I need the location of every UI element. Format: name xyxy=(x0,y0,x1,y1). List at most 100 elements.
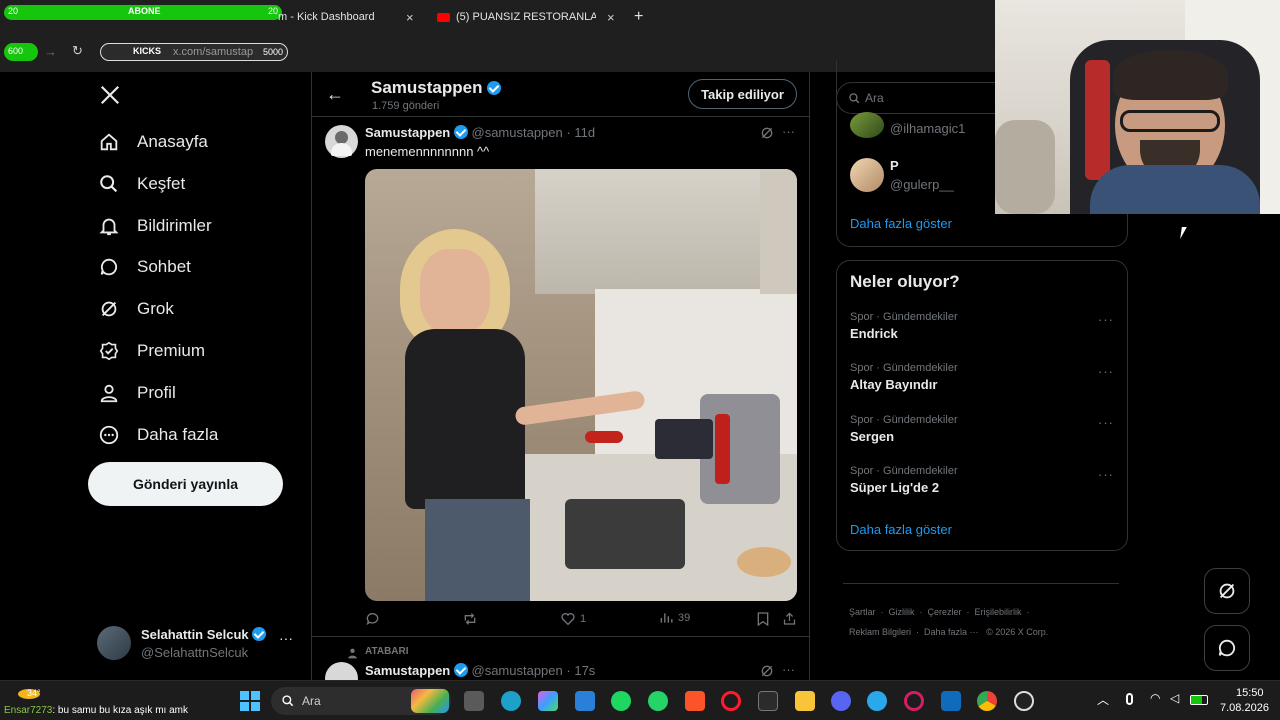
grok-float-button[interactable] xyxy=(1204,568,1250,614)
new-tab-button[interactable]: + xyxy=(634,6,643,28)
volume-icon[interactable]: ◁ xyxy=(1170,691,1179,705)
account-switcher[interactable]: Selahattin Selcuk @SelahattnSelcuk ··· xyxy=(97,624,297,664)
verified-badge-icon xyxy=(453,663,468,677)
footer-link[interactable]: Daha fazla ··· xyxy=(924,627,979,637)
outlook-icon[interactable] xyxy=(941,691,961,711)
nav-notifications[interactable]: Bildirimler xyxy=(98,211,212,241)
show-more-link[interactable]: Daha fazla göster xyxy=(850,216,952,231)
back-icon[interactable]: → xyxy=(44,44,57,59)
app-icon[interactable] xyxy=(758,691,778,711)
nav-explore[interactable]: Keşfet xyxy=(98,169,185,199)
windows-start-icon[interactable] xyxy=(240,691,260,711)
kicks-progress-bar: 600 xyxy=(4,43,38,61)
close-icon[interactable]: × xyxy=(406,10,414,25)
more-horizontal-icon[interactable]: ··· xyxy=(279,630,293,646)
nav-more[interactable]: Daha fazla xyxy=(98,420,218,450)
follow-suggestion[interactable]: P @ilhamagic1 xyxy=(850,112,1000,142)
bookmark-button[interactable] xyxy=(756,611,770,632)
trend-more-icon[interactable]: ··· xyxy=(1098,415,1114,430)
reply-button[interactable] xyxy=(365,611,381,632)
post-text: menemennnnnnnn ^^ xyxy=(365,144,490,159)
author-handle[interactable]: @samustappen xyxy=(472,125,563,140)
home-icon xyxy=(98,131,120,153)
nav-grok[interactable]: Grok xyxy=(98,294,174,324)
battery-icon[interactable] xyxy=(1190,695,1208,705)
microphone-icon[interactable] xyxy=(1126,693,1133,705)
nav-label: Sohbet xyxy=(137,257,191,276)
edge-icon[interactable] xyxy=(501,691,521,711)
clock-time[interactable]: 15:50 xyxy=(1236,687,1264,699)
post-image[interactable] xyxy=(365,169,797,601)
follow-suggestion[interactable]: P @gulerp__ xyxy=(850,158,1000,194)
post-button[interactable]: Gönderi yayınla xyxy=(88,462,283,506)
chrome-icon[interactable] xyxy=(977,691,997,711)
trends-title: Neler oluyor? xyxy=(850,272,960,291)
vpn-icon[interactable] xyxy=(575,691,595,711)
nav-chat[interactable]: Sohbet xyxy=(98,252,191,282)
nav-profile[interactable]: Profil xyxy=(98,378,176,408)
folder-icon[interactable] xyxy=(795,691,815,711)
opera-icon[interactable] xyxy=(721,691,741,711)
trend-more-icon[interactable]: ··· xyxy=(1098,312,1114,327)
grok-icon xyxy=(98,298,120,320)
nav-label: Premium xyxy=(137,341,206,360)
chat-icon xyxy=(98,256,120,278)
repost-button[interactable] xyxy=(462,611,478,632)
footer-link[interactable]: Şartlar xyxy=(849,607,876,617)
share-button[interactable] xyxy=(782,611,797,632)
footer-link[interactable]: Çerezler xyxy=(928,607,962,617)
clock-date[interactable]: 7.08.2026 xyxy=(1220,702,1269,714)
chat-float-button[interactable] xyxy=(1204,625,1250,671)
trend-item[interactable]: Spor · Gündemdekiler Süper Lig'de 2 xyxy=(850,465,1110,495)
nav-premium[interactable]: Premium xyxy=(98,336,205,366)
views-button[interactable]: 39 xyxy=(659,611,690,625)
account-name: Selahattin Selcuk xyxy=(141,627,249,642)
post-more-icon[interactable]: ··· xyxy=(782,662,795,677)
trend-item[interactable]: Spor · Gündemdekiler Endrick xyxy=(850,311,1110,341)
tab-title: (5) PUANSIZ RESTORANLARI EN xyxy=(456,11,596,23)
back-arrow-icon[interactable]: ← xyxy=(326,84,344,105)
post-more-icon[interactable]: ··· xyxy=(782,124,795,139)
author-name[interactable]: Samustappen xyxy=(365,125,450,140)
whatsapp-icon[interactable] xyxy=(648,691,668,711)
brave-icon[interactable] xyxy=(685,691,705,711)
reload-icon[interactable]: ↻ xyxy=(72,43,83,59)
obs-icon[interactable] xyxy=(1014,691,1034,711)
grok-icon[interactable] xyxy=(759,125,775,146)
chevron-up-icon[interactable]: ︿ xyxy=(1097,691,1109,708)
trend-more-icon[interactable]: ··· xyxy=(1098,467,1114,482)
tab-youtube[interactable]: (5) PUANSIZ RESTORANLARI EN × xyxy=(437,6,637,28)
person-icon xyxy=(346,646,359,664)
weather-temp: 34° xyxy=(27,688,41,698)
telegram-icon[interactable] xyxy=(867,691,887,711)
show-more-link[interactable]: Daha fazla göster xyxy=(850,522,952,537)
spotify-icon[interactable] xyxy=(611,691,631,711)
address-bar[interactable]: KICKS x.com/samustappen 5000 xyxy=(100,43,288,61)
wifi-icon[interactable]: ◠ xyxy=(1150,691,1160,705)
avatar[interactable] xyxy=(325,125,358,158)
close-icon[interactable]: × xyxy=(607,10,615,25)
nav-home[interactable]: Anasayfa xyxy=(98,127,208,157)
footer-link[interactable]: Reklam Bilgileri xyxy=(849,627,911,637)
trend-item[interactable]: Spor · Gündemdekiler Sergen xyxy=(850,414,1110,444)
taskbar-search[interactable]: Ara xyxy=(271,687,451,715)
opera-gx-icon[interactable] xyxy=(904,691,924,711)
follow-button[interactable]: Takip ediliyor xyxy=(688,79,797,109)
mouse-cursor-icon xyxy=(1180,227,1187,239)
author-handle[interactable]: @samustappen xyxy=(472,663,563,678)
tab-kick-dashboard[interactable]: m - Kick Dashboard × xyxy=(278,6,428,28)
post[interactable]: Samustappen @samustappen · 11d ··· menem… xyxy=(312,116,809,636)
trend-more-icon[interactable]: ··· xyxy=(1098,364,1114,379)
footer-link[interactable]: Gizlilik xyxy=(889,607,915,617)
post-time[interactable]: 17s xyxy=(574,663,595,678)
discord-icon[interactable] xyxy=(831,691,851,711)
task-view-icon[interactable] xyxy=(464,691,484,711)
like-button[interactable]: 1 xyxy=(560,611,586,627)
copilot-icon[interactable] xyxy=(538,691,558,711)
separator-dot: · xyxy=(566,663,571,678)
trend-item[interactable]: Spor · Gündemdekiler Altay Bayındır xyxy=(850,362,1110,392)
author-name[interactable]: Samustappen xyxy=(365,663,450,678)
footer-link[interactable]: Erişilebilirlik xyxy=(975,607,1022,617)
post-time[interactable]: 11d xyxy=(574,125,595,140)
x-logo[interactable] xyxy=(99,84,121,106)
